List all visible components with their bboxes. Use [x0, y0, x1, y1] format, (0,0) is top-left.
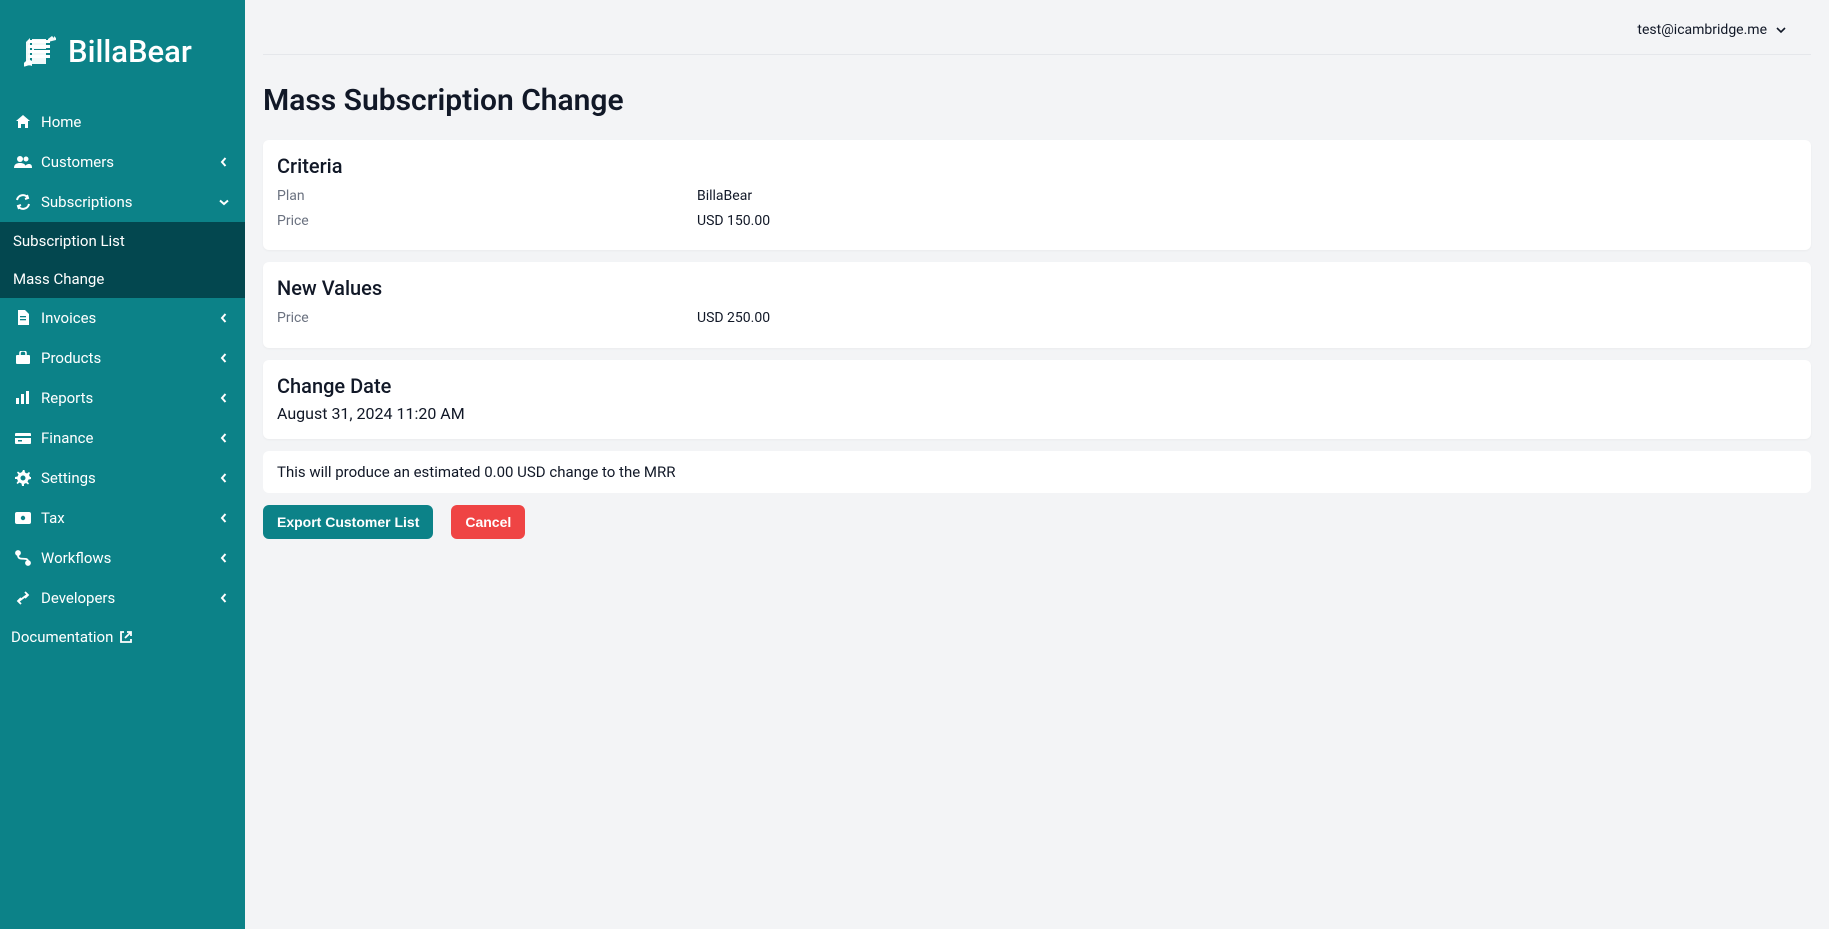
sidebar-item-label: Workflows — [41, 549, 216, 567]
mrr-impact-text: This will produce an estimated 0.00 USD … — [277, 463, 675, 481]
new-values-card: New Values Price USD 250.00 — [263, 262, 1811, 347]
chevron-left-icon — [216, 550, 232, 566]
customers-icon — [13, 152, 33, 172]
criteria-price-row: Price USD 150.00 — [277, 209, 1797, 234]
workflows-icon — [13, 548, 33, 568]
new-values-price-label: Price — [277, 306, 697, 331]
chevron-left-icon — [216, 430, 232, 446]
new-values-heading: New Values — [277, 276, 1797, 300]
sidebar-item-label: Products — [41, 349, 216, 367]
subscriptions-icon — [13, 192, 33, 212]
sidebar-item-documentation[interactable]: Documentation — [0, 618, 245, 656]
user-email: test@icambridge.me — [1637, 22, 1767, 38]
sidebar-item-home[interactable]: Home — [0, 102, 245, 142]
criteria-plan-row: Plan BillaBear — [277, 184, 1797, 209]
sidebar-item-settings[interactable]: Settings — [0, 458, 245, 498]
sidebar-item-developers[interactable]: Developers — [0, 578, 245, 618]
sidebar-item-label: Mass Change — [13, 270, 104, 288]
brand-logo[interactable]: BillaBear — [0, 0, 245, 102]
main-content: test@icambridge.me Mass Subscription Cha… — [245, 0, 1829, 929]
sidebar-item-label: Reports — [41, 389, 216, 407]
change-date-card: Change Date August 31, 2024 11:20 AM — [263, 360, 1811, 439]
topbar: test@icambridge.me — [263, 0, 1811, 55]
action-buttons: Export Customer List Cancel — [263, 505, 1811, 539]
external-link-icon — [119, 630, 133, 644]
criteria-heading: Criteria — [277, 154, 1797, 178]
sidebar-item-label: Subscriptions — [41, 193, 216, 211]
criteria-plan-label: Plan — [277, 184, 697, 209]
chevron-left-icon — [216, 590, 232, 606]
products-icon — [13, 348, 33, 368]
sidebar-item-products[interactable]: Products — [0, 338, 245, 378]
sidebar-item-label: Subscription List — [13, 232, 125, 250]
chevron-left-icon — [216, 510, 232, 526]
sidebar-item-label: Customers — [41, 153, 216, 171]
sidebar-item-label: Finance — [41, 429, 216, 447]
brand-name: BillaBear — [68, 33, 192, 70]
developers-icon — [13, 588, 33, 608]
page-title: Mass Subscription Change — [263, 83, 1811, 118]
sidebar-item-label: Developers — [41, 589, 216, 607]
finance-icon — [13, 428, 33, 448]
chevron-left-icon — [216, 470, 232, 486]
sidebar-item-finance[interactable]: Finance — [0, 418, 245, 458]
chevron-down-icon — [1775, 24, 1787, 36]
sidebar-item-invoices[interactable]: Invoices — [0, 298, 245, 338]
chevron-down-icon — [216, 194, 232, 210]
change-date-value: August 31, 2024 11:20 AM — [277, 404, 1797, 423]
criteria-card: Criteria Plan BillaBear Price USD 150.00 — [263, 140, 1811, 250]
sidebar: BillaBear Home Customers Subscriptions — [0, 0, 245, 929]
sidebar-item-customers[interactable]: Customers — [0, 142, 245, 182]
criteria-plan-value: BillaBear — [697, 184, 752, 209]
chevron-left-icon — [216, 390, 232, 406]
criteria-price-label: Price — [277, 209, 697, 234]
criteria-price-value: USD 150.00 — [697, 209, 770, 234]
export-customer-list-button[interactable]: Export Customer List — [263, 505, 433, 539]
home-icon — [13, 112, 33, 132]
invoices-icon — [13, 308, 33, 328]
change-date-heading: Change Date — [277, 374, 1797, 398]
reports-icon — [13, 388, 33, 408]
sidebar-item-label: Documentation — [11, 628, 113, 646]
sidebar-item-label: Tax — [41, 509, 216, 527]
sidebar-item-tax[interactable]: Tax — [0, 498, 245, 538]
sidebar-item-workflows[interactable]: Workflows — [0, 538, 245, 578]
sidebar-item-reports[interactable]: Reports — [0, 378, 245, 418]
sidebar-item-subscriptions[interactable]: Subscriptions — [0, 182, 245, 222]
new-values-price-value: USD 250.00 — [697, 306, 770, 331]
new-values-price-row: Price USD 250.00 — [277, 306, 1797, 331]
mrr-impact-card: This will produce an estimated 0.00 USD … — [263, 451, 1811, 493]
nav-list: Home Customers Subscriptions Subscriptio… — [0, 102, 245, 618]
sidebar-item-mass-change[interactable]: Mass Change — [0, 260, 245, 298]
gear-icon — [13, 468, 33, 488]
cancel-button[interactable]: Cancel — [451, 505, 525, 539]
sidebar-item-label: Settings — [41, 469, 216, 487]
sidebar-item-label: Invoices — [41, 309, 216, 327]
tax-icon — [13, 508, 33, 528]
sidebar-item-subscription-list[interactable]: Subscription List — [0, 222, 245, 260]
brand-icon — [18, 30, 60, 72]
user-menu[interactable]: test@icambridge.me — [1637, 22, 1787, 38]
chevron-left-icon — [216, 154, 232, 170]
sidebar-item-label: Home — [41, 113, 232, 131]
chevron-left-icon — [216, 310, 232, 326]
chevron-left-icon — [216, 350, 232, 366]
page-content: Mass Subscription Change Criteria Plan B… — [245, 55, 1829, 567]
